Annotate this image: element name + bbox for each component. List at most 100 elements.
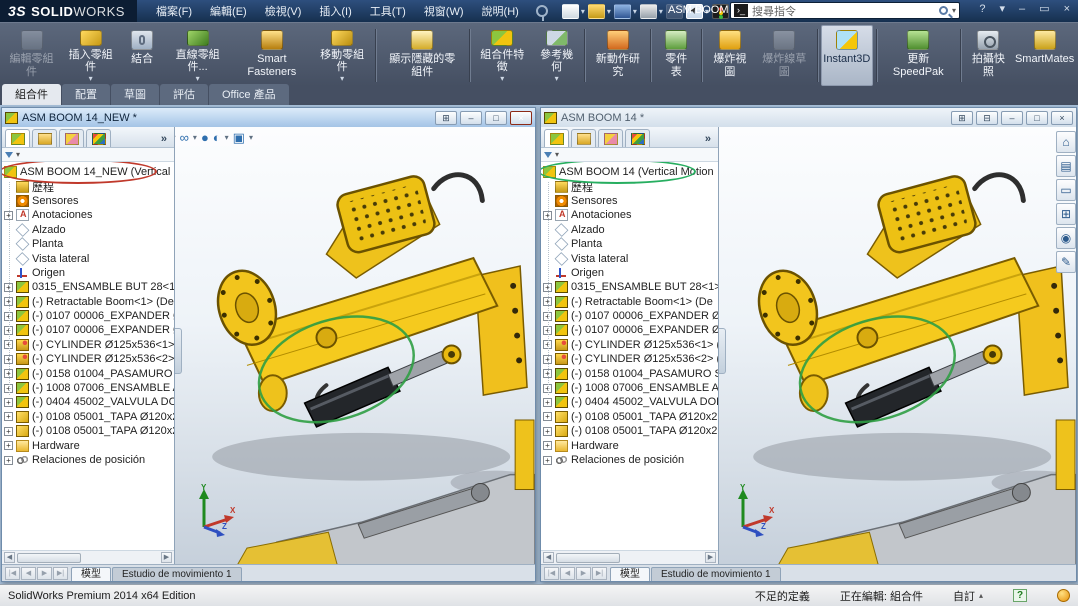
- window-minimize-button[interactable]: –: [1001, 111, 1023, 125]
- status-help-icon[interactable]: ?: [1013, 589, 1027, 602]
- ribbon-tab[interactable]: 配置: [62, 84, 110, 105]
- window-restore-button[interactable]: □: [485, 111, 507, 125]
- tree-item[interactable]: + Vista lateral: [2, 251, 174, 265]
- scroll-right-icon[interactable]: ▶: [161, 552, 172, 563]
- panel-splitter-handle[interactable]: [175, 328, 182, 374]
- model-tab[interactable]: 模型: [610, 567, 650, 581]
- window-restore-button[interactable]: □: [1026, 111, 1048, 125]
- document-window-asm-boom-14[interactable]: ASM BOOM 14 * ⊞ ⊟ – □ ×: [540, 107, 1077, 582]
- tab-scroll-button[interactable]: ▶|: [592, 567, 607, 580]
- tree-item[interactable]: + (-) 0158 01004_PASAMURO S: [2, 366, 174, 380]
- scroll-left-icon[interactable]: ◀: [4, 552, 15, 563]
- toolbar-button[interactable]: Instant3D ▾: [821, 25, 873, 86]
- expand-icon[interactable]: +: [4, 312, 13, 321]
- dropdown-caret-icon[interactable]: ▾: [555, 74, 559, 83]
- apply-scene-icon[interactable]: ●: [201, 131, 209, 144]
- app-close-button[interactable]: ×: [1060, 3, 1074, 15]
- ribbon-tab[interactable]: 草圖: [111, 84, 159, 105]
- tree-item[interactable]: + Relaciones de posición: [2, 453, 174, 467]
- expand-icon[interactable]: +: [543, 340, 552, 349]
- toolbar-button[interactable]: 新動作研究 ▾: [588, 25, 647, 86]
- child-window-titlebar[interactable]: ASM BOOM 14 * ⊞ ⊟ – □ ×: [541, 108, 1076, 127]
- help-button[interactable]: ?: [975, 3, 989, 15]
- tree-item[interactable]: + (-) 0108 05001_TAPA Ø120x2: [2, 424, 174, 438]
- view-palette-icon[interactable]: ⊞: [1056, 203, 1076, 225]
- expand-icon[interactable]: +: [4, 456, 13, 465]
- expand-icon[interactable]: +: [4, 326, 13, 335]
- toolbar-button[interactable]: 直線零組件... ▾: [164, 25, 231, 86]
- filter-caret-icon[interactable]: ▾: [555, 150, 559, 159]
- open-document[interactable]: [588, 4, 605, 19]
- expand-icon[interactable]: +: [543, 384, 552, 393]
- property-manager-tab[interactable]: [32, 129, 57, 147]
- tree-item[interactable]: + (-) Retractable Boom<1> (De: [541, 295, 718, 309]
- tree-root-item[interactable]: ASM BOOM 14 (Vertical Motion: [541, 165, 718, 179]
- expand-icon[interactable]: +: [4, 398, 13, 407]
- expand-icon[interactable]: +: [4, 441, 13, 450]
- tree-item[interactable]: + (-) 0107 00006_EXPANDER Ø: [541, 309, 718, 323]
- tree-horizontal-scrollbar[interactable]: ◀ ▶: [541, 550, 718, 564]
- expand-icon[interactable]: +: [4, 211, 13, 220]
- solidworks-resources-icon[interactable]: ⌂: [1056, 131, 1076, 153]
- window-tile-button-2[interactable]: ⊟: [976, 111, 998, 125]
- tree-item[interactable]: + (-) 0107 00006_EXPANDER Ø: [2, 323, 174, 337]
- tree-item[interactable]: + (-) 1008 07006_ENSAMBLE AB: [2, 381, 174, 395]
- tree-item[interactable]: + 歷程: [2, 179, 174, 193]
- dropdown-caret-icon[interactable]: ▾: [340, 74, 344, 83]
- tree-item[interactable]: + Planta: [2, 237, 174, 251]
- dropdown-caret-icon[interactable]: ▾: [607, 7, 611, 16]
- expand-icon[interactable]: +: [4, 283, 13, 292]
- tree-item[interactable]: + (-) 0107 00006_EXPANDER Ø: [541, 323, 718, 337]
- search-scope-icon[interactable]: ›_: [734, 4, 748, 17]
- tab-scroll-button[interactable]: ▶: [37, 567, 52, 580]
- tree-item[interactable]: + Alzado: [2, 223, 174, 237]
- expand-icon[interactable]: +: [543, 369, 552, 378]
- expand-icon[interactable]: +: [4, 369, 13, 378]
- expand-icon[interactable]: +: [543, 427, 552, 436]
- toolbar-button[interactable]: SmartMates ▾: [1013, 25, 1076, 86]
- dropdown-caret-icon[interactable]: ▾: [225, 133, 229, 142]
- tree-item[interactable]: + (-) CYLINDER Ø125x536<1> (: [2, 338, 174, 352]
- ribbon-tab[interactable]: 評估: [160, 84, 208, 105]
- window-tile-button[interactable]: ⊞: [435, 111, 457, 125]
- expand-icon[interactable]: +: [543, 412, 552, 421]
- expand-icon[interactable]: +: [543, 283, 552, 292]
- tree-horizontal-scrollbar[interactable]: ◀ ▶: [2, 550, 174, 564]
- menu-item[interactable]: 說明(H): [473, 0, 528, 22]
- tree-item[interactable]: + (-) Retractable Boom<1> (De: [2, 295, 174, 309]
- tree-item[interactable]: + (-) CYLINDER Ø125x536<2> (: [541, 352, 718, 366]
- menu-item[interactable]: 編輯(E): [201, 0, 256, 22]
- scroll-right-icon[interactable]: ▶: [705, 552, 716, 563]
- app-minimize-button[interactable]: –: [1015, 3, 1029, 15]
- toolbar-button[interactable]: 爆炸線草圖 ▾: [755, 25, 814, 86]
- tree-item[interactable]: + Origen: [541, 266, 718, 280]
- tree-item[interactable]: + Hardware: [2, 438, 174, 452]
- help-caret-icon[interactable]: ▾: [996, 2, 1010, 15]
- tree-item[interactable]: + 0315_ENSAMBLE BUT 28<1>: [541, 280, 718, 294]
- expand-icon[interactable]: +: [543, 355, 552, 364]
- tree-item[interactable]: + Planta: [541, 237, 718, 251]
- tab-scroll-button[interactable]: |◀: [5, 567, 20, 580]
- tree-item[interactable]: + (-) 0404 45002_VALVULA DOB: [2, 395, 174, 409]
- property-manager-tab[interactable]: [571, 129, 596, 147]
- display-manager-tab[interactable]: [86, 129, 111, 147]
- search-input[interactable]: 搜尋指令: [752, 3, 935, 19]
- toolbar-button[interactable]: 爆炸視圖 ▾: [705, 25, 755, 86]
- menu-item[interactable]: 檔案(F): [147, 0, 201, 22]
- tab-scroll-button[interactable]: ▶: [576, 567, 591, 580]
- tree-item[interactable]: + (-) 0107 00006_EXPANDER Ø: [2, 309, 174, 323]
- dropdown-caret-icon[interactable]: ▾: [633, 7, 637, 16]
- tab-scroll-button[interactable]: |◀: [544, 567, 559, 580]
- tree-item[interactable]: + Anotaciones: [541, 208, 718, 222]
- filter-caret-icon[interactable]: ▾: [16, 150, 20, 159]
- quick-tips-icon[interactable]: [1057, 589, 1070, 602]
- tree-item[interactable]: + (-) CYLINDER Ø125x536<2> (: [2, 352, 174, 366]
- toolbar-button[interactable]: 拍攝快照 ▾: [964, 25, 1014, 86]
- dropdown-caret-icon[interactable]: ▾: [193, 133, 197, 142]
- tree-item[interactable]: + Vista lateral: [541, 251, 718, 265]
- design-library-icon[interactable]: ▤: [1056, 155, 1076, 177]
- model-tab[interactable]: 模型: [71, 567, 111, 581]
- new-document[interactable]: [562, 4, 579, 19]
- command-search-box[interactable]: ›_ 搜尋指令 ▾: [730, 2, 960, 19]
- app-restore-button[interactable]: ▭: [1035, 2, 1053, 15]
